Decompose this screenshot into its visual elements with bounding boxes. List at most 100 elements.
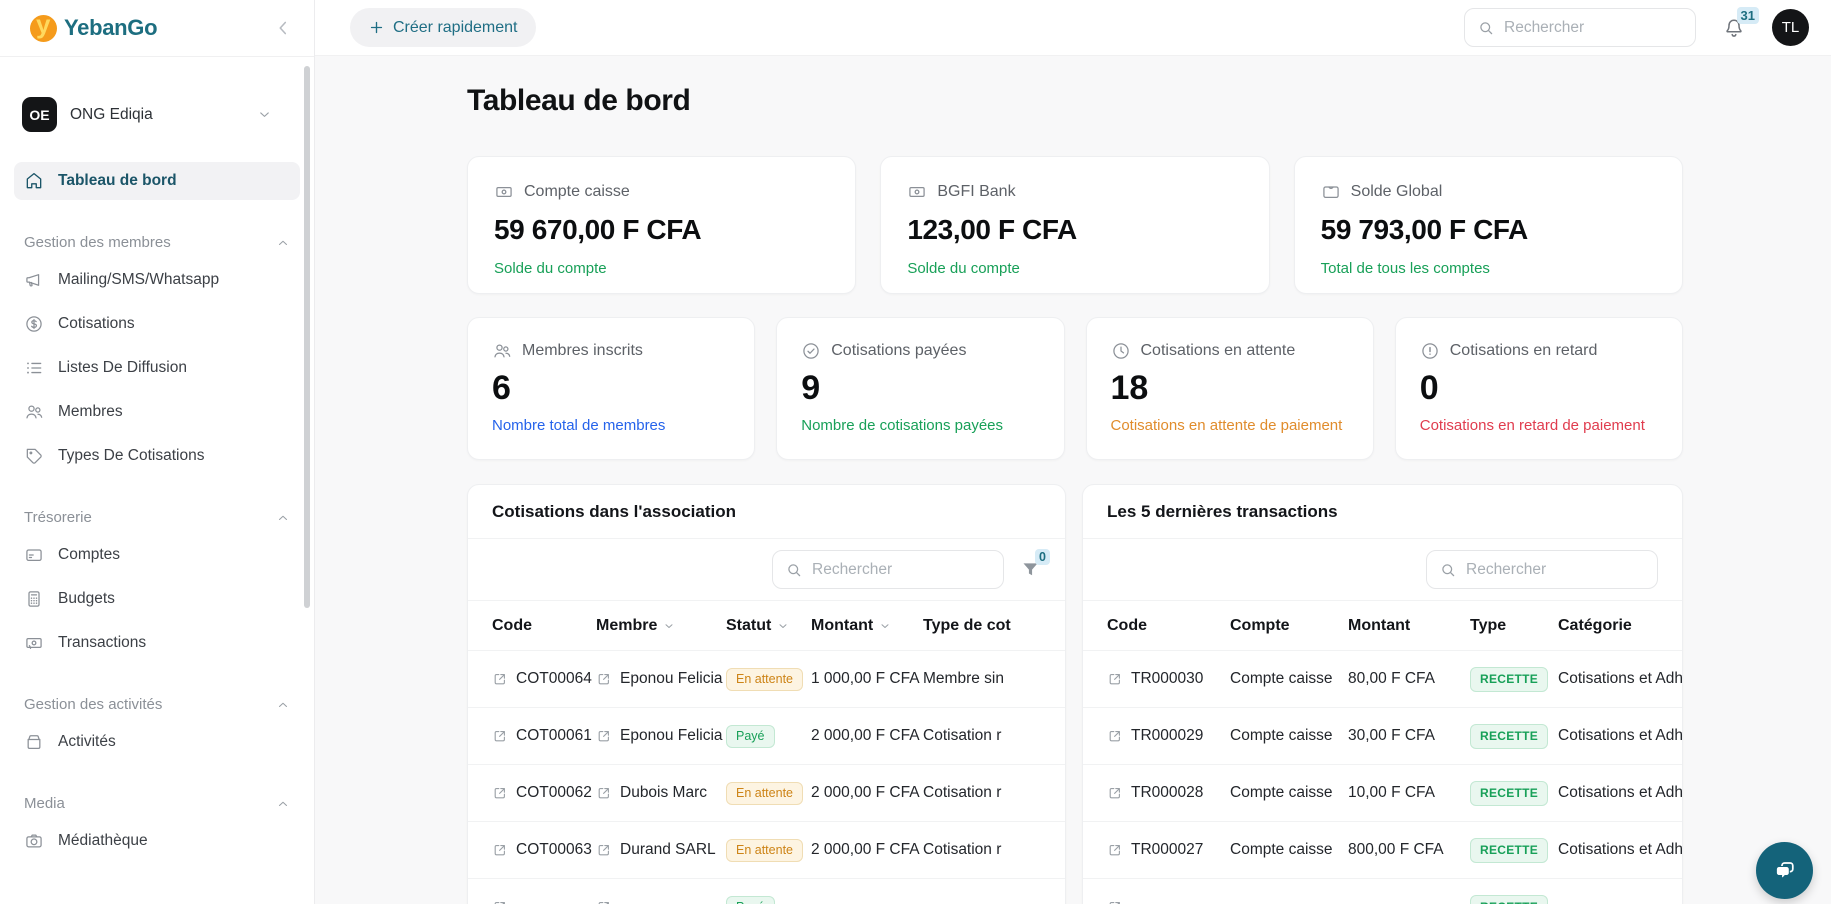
- sidebar-item-comptes[interactable]: Comptes: [14, 536, 300, 574]
- transactions-search[interactable]: [1426, 550, 1658, 589]
- cash-icon: [907, 182, 927, 202]
- sidebar-section-media[interactable]: Media: [24, 795, 290, 812]
- sidebar-scrollbar[interactable]: [304, 66, 310, 608]
- chevron-down-icon: [257, 107, 272, 122]
- status-badge: Payé: [726, 896, 775, 904]
- chat-bubbles-icon: [1772, 858, 1798, 884]
- status-badge: En attente: [726, 839, 803, 862]
- external-link-icon[interactable]: [1107, 785, 1123, 801]
- top-header: Créer rapidement 31 TL: [315, 0, 1831, 56]
- yebango-logo-icon: [30, 15, 57, 42]
- stat-cards-row: Membres inscrits 6 Nombre total de membr…: [467, 317, 1683, 460]
- cotisation-code: COT00064: [516, 670, 592, 688]
- column-header-categorie: Catégorie: [1558, 617, 1682, 635]
- table-row: Payé: [468, 878, 1065, 904]
- external-link-icon[interactable]: [596, 785, 612, 801]
- cotisation-type: Cotisation r: [923, 727, 1065, 745]
- sidebar-item-cotisations[interactable]: Cotisations: [14, 305, 300, 343]
- member-name: Durand SARL: [620, 841, 716, 859]
- balance-amount: 123,00 F CFA: [907, 214, 1242, 246]
- external-link-icon[interactable]: [596, 671, 612, 687]
- sidebar-item-label: Tableau de bord: [58, 172, 177, 190]
- section-title: Gestion des activités: [24, 696, 162, 713]
- external-link-icon[interactable]: [1107, 728, 1123, 744]
- balance-card-compte-caisse: Compte caisse 59 670,00 F CFA Solde du c…: [467, 156, 856, 294]
- stat-card-membres-inscrits: Membres inscrits 6 Nombre total de membr…: [467, 317, 755, 460]
- sidebar-item-mailing-sms-whatsapp[interactable]: Mailing/SMS/Whatsapp: [14, 261, 300, 299]
- filter-button[interactable]: 0: [1020, 559, 1041, 580]
- transactions-toolbar: [1083, 539, 1682, 601]
- column-header-montant[interactable]: Montant: [811, 617, 923, 635]
- column-header-statut[interactable]: Statut: [726, 617, 811, 635]
- transactions-search-input[interactable]: [1466, 561, 1616, 579]
- sidebar-item-types-de-cotisations[interactable]: Types De Cotisations: [14, 437, 300, 475]
- external-link-icon[interactable]: [1107, 671, 1123, 687]
- chat-fab-button[interactable]: [1756, 842, 1813, 899]
- sidebar-section-gestion-des-membres[interactable]: Gestion des membres: [24, 234, 290, 251]
- sidebar-section-tresorerie[interactable]: Trésorerie: [24, 509, 290, 526]
- sidebar-item-label: Transactions: [58, 634, 146, 652]
- sidebar-item-label: Mailing/SMS/Whatsapp: [58, 271, 219, 289]
- column-header-code: Code: [1107, 617, 1230, 635]
- quick-create-button[interactable]: Créer rapidement: [350, 8, 536, 47]
- external-link-icon[interactable]: [596, 842, 612, 858]
- check-circle-icon: [801, 341, 821, 361]
- notifications-button[interactable]: 31: [1722, 16, 1746, 40]
- sidebar-item-mediatheque[interactable]: Médiathèque: [14, 822, 300, 860]
- transaction-type-badge: RECETTE: [1470, 838, 1548, 863]
- sidebar-item-label: Activités: [58, 733, 116, 751]
- column-header-membre[interactable]: Membre: [596, 617, 726, 635]
- transaction-amount: 30,00 F CFA: [1348, 727, 1470, 745]
- balance-subtitle: Solde du compte: [494, 260, 829, 277]
- external-link-icon[interactable]: [596, 728, 612, 744]
- stat-value: 18: [1111, 369, 1349, 408]
- external-link-icon[interactable]: [492, 842, 508, 858]
- transaction-account: Compte caisse: [1230, 784, 1348, 802]
- external-link-icon[interactable]: [492, 671, 508, 687]
- global-search-input[interactable]: [1504, 19, 1654, 37]
- chevron-left-icon: [272, 17, 294, 39]
- transaction-account: Compte caisse: [1230, 727, 1348, 745]
- sidebar-section-gestion-des-activites[interactable]: Gestion des activités: [24, 696, 290, 713]
- column-header-type: Type: [1470, 617, 1558, 635]
- column-header-compte: Compte: [1230, 617, 1348, 635]
- transaction-category: Cotisations et Adh: [1558, 784, 1683, 802]
- section-title: Gestion des membres: [24, 234, 171, 251]
- external-link-icon[interactable]: [1107, 899, 1123, 904]
- sidebar-item-transactions[interactable]: Transactions: [14, 624, 300, 662]
- status-badge: Payé: [726, 725, 775, 748]
- column-header-code: Code: [492, 617, 596, 635]
- external-link-icon[interactable]: [1107, 842, 1123, 858]
- cotisations-search[interactable]: [772, 550, 1004, 589]
- sidebar-item-tableau-de-bord[interactable]: Tableau de bord: [14, 162, 300, 200]
- transaction-category: Cotisations et Adh: [1558, 727, 1683, 745]
- global-search[interactable]: [1464, 8, 1696, 47]
- organization-selector[interactable]: OE ONG Ediqia: [22, 97, 294, 132]
- sidebar-collapse-button[interactable]: [272, 17, 294, 39]
- quick-create-label: Créer rapidement: [393, 19, 518, 37]
- cotisations-search-input[interactable]: [812, 561, 962, 579]
- external-link-icon[interactable]: [492, 728, 508, 744]
- transaction-type-badge: RECETTE: [1470, 667, 1548, 692]
- stat-card-cotisations-payees: Cotisations payées 9 Nombre de cotisatio…: [776, 317, 1064, 460]
- camera-icon: [24, 831, 44, 851]
- external-link-icon[interactable]: [596, 899, 612, 904]
- chevron-up-icon: [276, 236, 290, 250]
- external-link-icon[interactable]: [492, 785, 508, 801]
- external-link-icon[interactable]: [492, 899, 508, 904]
- section-title: Media: [24, 795, 65, 812]
- users-icon: [24, 402, 44, 422]
- notification-count-badge: 31: [1737, 7, 1759, 24]
- sidebar-item-budgets[interactable]: Budgets: [14, 580, 300, 618]
- sidebar-item-activites[interactable]: Activités: [14, 723, 300, 761]
- balance-card-bgfi-bank: BGFI Bank 123,00 F CFA Solde du compte: [880, 156, 1269, 294]
- org-avatar: OE: [22, 97, 57, 132]
- stat-subtitle: Nombre de cotisations payées: [801, 417, 1039, 434]
- user-avatar[interactable]: TL: [1772, 9, 1809, 46]
- balance-amount: 59 670,00 F CFA: [494, 214, 829, 246]
- wallet-icon: [1321, 182, 1341, 202]
- sidebar-item-listes-de-diffusion[interactable]: Listes De Diffusion: [14, 349, 300, 387]
- table-row: TR000027 Compte caisse 800,00 F CFA RECE…: [1083, 821, 1682, 878]
- sidebar-item-membres[interactable]: Membres: [14, 393, 300, 431]
- credit-card-icon: [24, 545, 44, 565]
